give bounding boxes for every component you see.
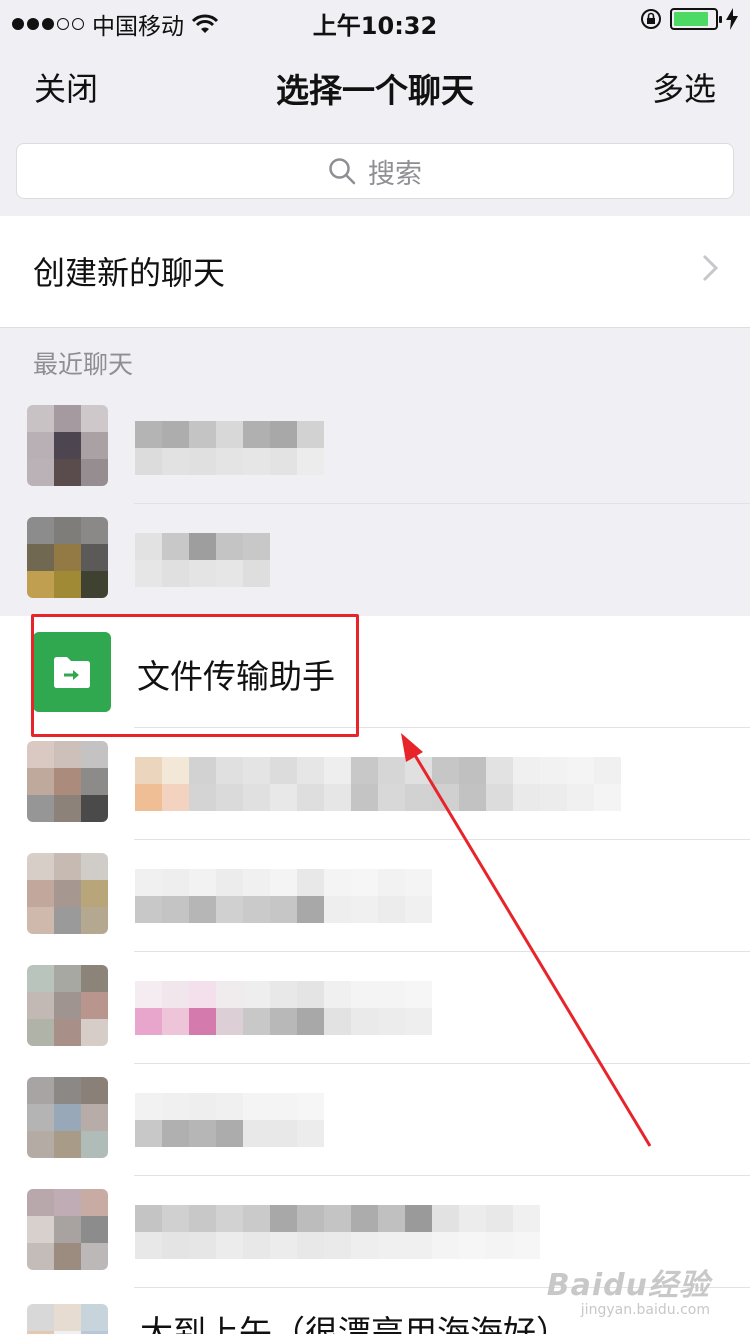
- search-placeholder: 搜索: [368, 158, 422, 190]
- multi-select-button[interactable]: 多选: [652, 64, 716, 110]
- chat-row-blurred[interactable]: [0, 392, 750, 504]
- avatar: [27, 405, 108, 486]
- chat-row-blurred[interactable]: [0, 1064, 750, 1176]
- battery-level: [674, 12, 708, 26]
- search-icon: [329, 158, 356, 185]
- avatar: [27, 741, 108, 822]
- chat-row-blurred[interactable]: [0, 504, 750, 616]
- status-bar: 中国移动 上午10:32: [0, 0, 750, 40]
- blurred-name: [135, 1205, 540, 1259]
- chevron-right-icon: [702, 254, 718, 282]
- lock-rotation-icon: [641, 9, 661, 29]
- blurred-name: [135, 1093, 324, 1147]
- page-title: 选择一个聊天: [276, 71, 474, 110]
- avatar: [27, 965, 108, 1046]
- status-right: [640, 8, 738, 30]
- nav-bar: 关闭 选择一个聊天 多选: [0, 40, 750, 130]
- chat-row-blurred[interactable]: [0, 952, 750, 1064]
- chat-row-blurred[interactable]: [0, 728, 750, 840]
- charging-icon: [726, 8, 738, 30]
- watermark-url: jingyan.baidu.com: [580, 1302, 710, 1318]
- blurred-name: [135, 533, 270, 587]
- recent-chats-header: 最近聊天: [0, 328, 750, 392]
- battery-icon: [670, 8, 722, 30]
- blurred-name: [135, 757, 621, 811]
- chat-row-blurred[interactable]: [0, 840, 750, 952]
- blurred-name: [135, 981, 432, 1035]
- avatar: [27, 853, 108, 934]
- blurred-name: [135, 421, 324, 475]
- search-input[interactable]: 搜索: [16, 143, 734, 199]
- avatar: [27, 1189, 108, 1270]
- blurred-name: [135, 869, 432, 923]
- create-new-chat-row[interactable]: 创建新的聊天: [0, 216, 750, 328]
- watermark-logo: Baidu经验: [546, 1268, 710, 1303]
- highlight-annotation-box: [31, 614, 359, 737]
- search-area: 搜索: [0, 130, 750, 216]
- avatar: [27, 517, 108, 598]
- status-time: 上午10:32: [312, 12, 438, 40]
- avatar: [27, 1077, 108, 1158]
- avatar: [27, 1304, 108, 1334]
- watermark: Baidu经验 jingyan.baidu.com: [547, 1260, 710, 1318]
- recent-chats-label: 最近聊天: [33, 350, 134, 379]
- partial-chat-name: 大到上午（很漂亮用海海好）: [140, 1313, 569, 1334]
- create-new-chat-label: 创建新的聊天: [33, 254, 226, 292]
